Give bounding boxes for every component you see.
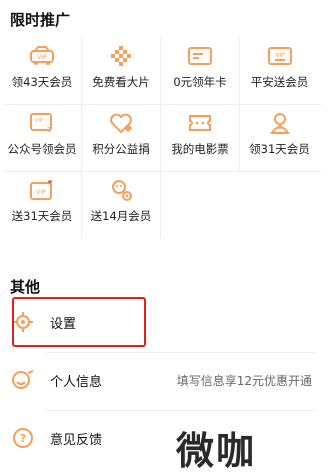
svg-text:VIP: VIP xyxy=(35,118,43,124)
divider xyxy=(46,410,316,411)
promo-item-send31[interactable]: VIP 送31天会员 xyxy=(3,172,82,238)
promo-empty-cell xyxy=(240,172,319,238)
settings-highlight xyxy=(12,297,146,347)
promo-item-pingan[interactable]: VIP 平安送会员 xyxy=(240,38,319,104)
svg-text:VIP: VIP xyxy=(275,52,285,59)
divider xyxy=(46,352,316,353)
promo-item-label: 积分公益捐 xyxy=(92,142,150,156)
heart-points-icon xyxy=(107,110,135,136)
promo-empty-cell xyxy=(161,172,240,238)
promo-item-label: 平安送会员 xyxy=(250,75,309,89)
promo-grid: VIP 领43天会员 免费看大片 0元领年卡 VIP 平安送会员 VIP 3 公… xyxy=(3,38,321,238)
promo-item-vip31[interactable]: 领31天会员 xyxy=(240,105,319,171)
svg-text:VIP: VIP xyxy=(36,189,46,196)
promo-item-vip43[interactable]: VIP 领43天会员 xyxy=(3,38,82,104)
promo-item-label: 领43天会员 xyxy=(11,75,73,89)
vip-heart-icon: VIP xyxy=(28,177,56,203)
profile-label: 个人信息 xyxy=(50,374,103,390)
diamond-dots-icon xyxy=(107,43,135,69)
promo-section-title: 限时推广 xyxy=(10,11,71,29)
other-section-title: 其他 xyxy=(10,278,41,296)
help-icon: ? xyxy=(10,425,36,451)
watermark-logo: 微咖 xyxy=(176,429,257,473)
vip-ticket-icon: VIP xyxy=(266,43,294,69)
svg-text:3: 3 xyxy=(47,126,51,134)
promo-item-send14[interactable]: 送14月会员 xyxy=(82,172,161,238)
promo-item-label: 0元领年卡 xyxy=(173,75,227,89)
profile-row[interactable]: 个人信息 填写信息享12元优惠开通 xyxy=(0,360,328,400)
card-icon xyxy=(186,43,214,69)
promo-item-charity[interactable]: 积分公益捐 xyxy=(82,105,161,171)
feedback-label: 意见反馈 xyxy=(50,432,103,448)
promo-item-label: 公众号领会员 xyxy=(7,142,77,156)
promo-item-free-movie[interactable]: 免费看大片 xyxy=(82,38,161,104)
feedback-row[interactable]: ? 意见反馈 xyxy=(0,418,328,458)
promo-item-label: 免费看大片 xyxy=(92,75,150,89)
promo-item-label: 领31天会员 xyxy=(249,142,310,156)
promo-item-label: 送14月会员 xyxy=(90,209,152,223)
promo-item-label: 我的电影票 xyxy=(171,142,229,156)
monkey-icon xyxy=(107,177,135,203)
promo-item-label: 送31天会员 xyxy=(11,209,73,223)
promo-item-wechat[interactable]: VIP 3 公众号领会员 xyxy=(3,105,82,171)
svg-text:VIP: VIP xyxy=(37,54,47,61)
movie-ticket-icon xyxy=(186,110,214,136)
vip-car-icon: VIP xyxy=(28,43,56,69)
promo-item-movie-ticket[interactable]: 我的电影票 xyxy=(161,105,240,171)
gift-doll-icon xyxy=(266,110,294,136)
profile-smile-icon xyxy=(10,367,36,393)
profile-hint: 填写信息享12元优惠开通 xyxy=(176,373,312,388)
promo-item-year-card[interactable]: 0元领年卡 xyxy=(161,38,240,104)
vip-31-icon: VIP 3 xyxy=(28,110,56,136)
svg-text:?: ? xyxy=(20,432,26,445)
